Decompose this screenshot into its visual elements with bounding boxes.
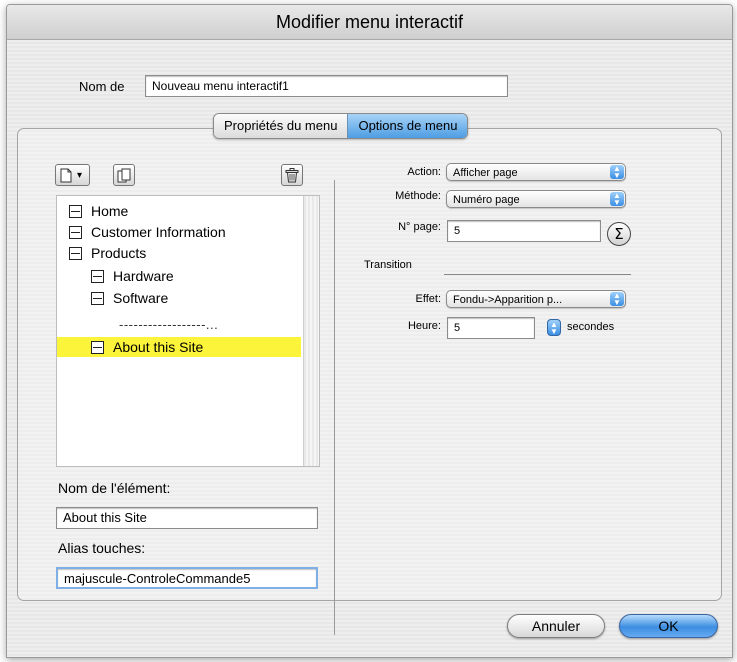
effect-select[interactable]: Fondu->Apparition p... ▲ ▼ bbox=[446, 290, 626, 308]
tree-divider[interactable]: ------------------... bbox=[119, 317, 218, 332]
element-name-input[interactable]: About this Site bbox=[56, 507, 318, 529]
tree-item-label: Hardware bbox=[113, 268, 174, 284]
collapse-box-icon bbox=[91, 269, 104, 283]
effect-value: Fondu->Apparition p... bbox=[453, 294, 563, 306]
sigma-icon: Σ bbox=[614, 225, 624, 243]
method-value: Numéro page bbox=[453, 194, 520, 206]
method-select[interactable]: Numéro page ▲ ▼ bbox=[446, 190, 626, 208]
title-bar: Modifier menu interactif bbox=[7, 5, 732, 40]
new-document-icon bbox=[60, 168, 72, 182]
tree-item[interactable]: Customer Information bbox=[69, 222, 226, 242]
tree-item[interactable]: Software bbox=[91, 288, 168, 308]
tab-bar: Propriétés du menu Options de menu bbox=[213, 113, 469, 139]
tree-item-selected[interactable]: About this Site bbox=[57, 337, 301, 357]
time-label: Heure: bbox=[407, 320, 441, 332]
collapse-box-icon bbox=[91, 340, 104, 354]
transition-label: Transition bbox=[364, 259, 412, 271]
time-unit: secondes bbox=[567, 321, 615, 333]
element-name-label: Nom de l'élément: bbox=[58, 480, 171, 496]
time-input[interactable]: 5 bbox=[447, 317, 535, 339]
time-stepper[interactable]: ▲ ▼ bbox=[547, 319, 561, 336]
tab-menu-properties[interactable]: Propriétés du menu bbox=[214, 114, 348, 138]
tree-item-label: Products bbox=[91, 245, 147, 261]
popup-arrows-icon: ▲ ▼ bbox=[610, 192, 624, 207]
tab-menu-options[interactable]: Options de menu bbox=[347, 114, 468, 138]
trash-icon bbox=[285, 167, 299, 182]
ok-button[interactable]: OK bbox=[619, 614, 718, 638]
tree-item[interactable]: Hardware bbox=[91, 266, 174, 286]
tree-item-label: About this Site bbox=[113, 339, 204, 355]
duplicate-icon bbox=[117, 168, 131, 182]
tree-scrollbar[interactable] bbox=[303, 196, 319, 466]
tree-item[interactable]: Products bbox=[69, 243, 146, 263]
menu-name-input[interactable]: Nouveau menu interactif1 bbox=[145, 75, 508, 97]
tree-item-label: Software bbox=[113, 290, 169, 306]
action-select[interactable]: Afficher page ▲ ▼ bbox=[446, 163, 626, 181]
page-number-input[interactable]: 5 bbox=[447, 220, 601, 242]
shortcut-label: Alias touches: bbox=[58, 540, 146, 556]
shortcut-input[interactable]: majuscule-ControleCommande5 bbox=[56, 567, 318, 589]
duplicate-button[interactable] bbox=[113, 164, 135, 186]
window-title: Modifier menu interactif bbox=[275, 11, 464, 32]
dropdown-arrow-icon: ▾ bbox=[77, 169, 83, 181]
stepper-arrows-icon: ▲ ▼ bbox=[550, 319, 558, 336]
effect-label: Effet: bbox=[415, 293, 441, 305]
collapse-box-icon bbox=[91, 291, 104, 305]
tree-item-label: Home bbox=[91, 203, 129, 219]
action-label: Action: bbox=[407, 166, 441, 178]
dialog-body: Nom de Nouveau menu interactif1 Propriét… bbox=[7, 40, 732, 657]
tree-item-label: Customer Information bbox=[91, 224, 226, 240]
sigma-button[interactable]: Σ bbox=[607, 222, 631, 246]
name-label: Nom de bbox=[79, 79, 125, 94]
collapse-box-icon bbox=[69, 225, 82, 239]
column-separator bbox=[334, 180, 335, 635]
dialog-window: Modifier menu interactif Nom de Nouveau … bbox=[6, 4, 733, 658]
collapse-box-icon bbox=[69, 246, 82, 260]
transition-rule bbox=[444, 274, 631, 275]
tree-item[interactable]: Home bbox=[69, 201, 128, 221]
popup-arrows-icon: ▲ ▼ bbox=[610, 165, 624, 180]
action-value: Afficher page bbox=[453, 167, 518, 179]
popup-arrows-icon: ▲ ▼ bbox=[610, 292, 624, 307]
page-label: N° page: bbox=[398, 221, 441, 233]
new-item-button[interactable]: ▾ bbox=[55, 164, 90, 186]
collapse-box-icon bbox=[69, 204, 82, 218]
delete-button[interactable] bbox=[281, 164, 303, 186]
method-label: Méthode: bbox=[395, 190, 441, 202]
cancel-button[interactable]: Annuler bbox=[507, 614, 605, 638]
